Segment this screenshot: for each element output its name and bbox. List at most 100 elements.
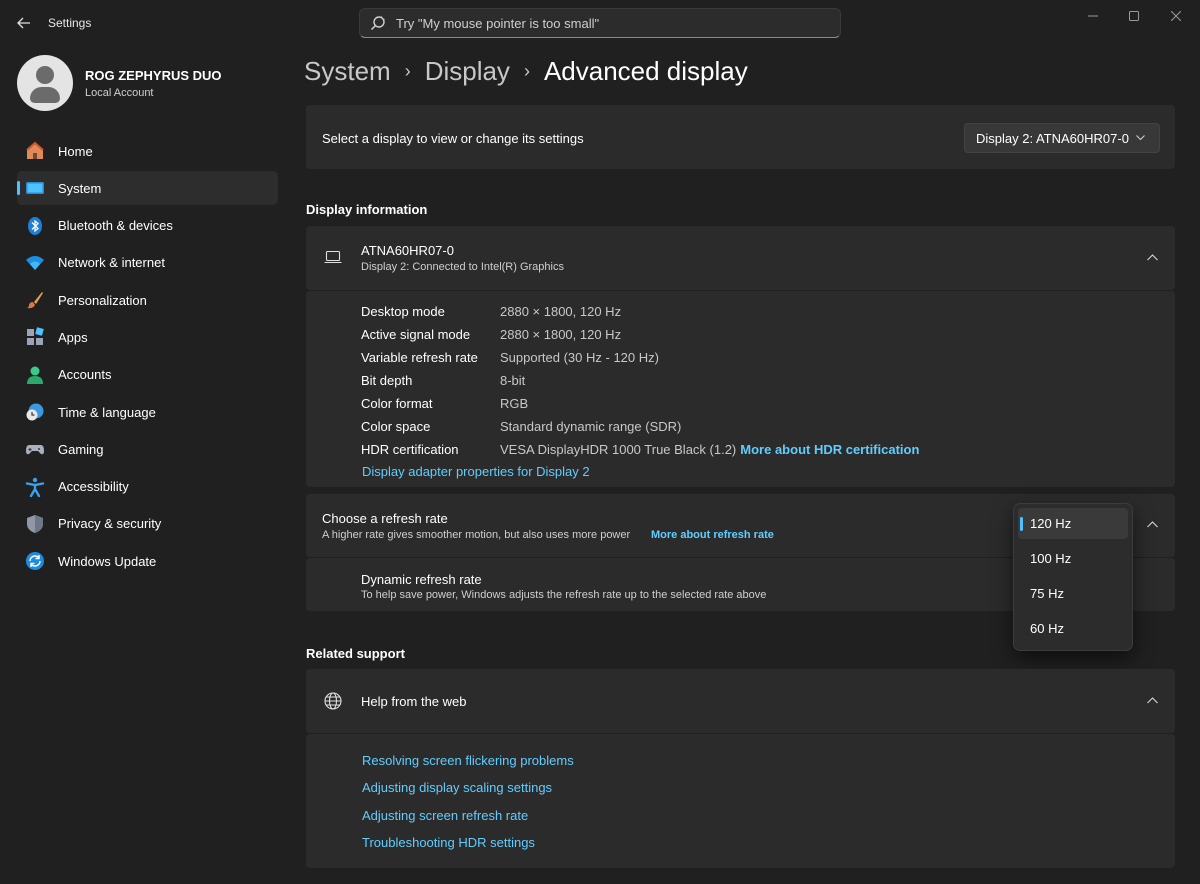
help-from-web-title: Help from the web (361, 694, 467, 709)
update-icon (25, 551, 45, 571)
display-select-value: Display 2: ATNA60HR07-0 (976, 130, 1129, 146)
home-icon (25, 141, 45, 161)
sidebar-item-accounts[interactable]: Accounts (17, 358, 278, 392)
back-arrow-icon (17, 17, 30, 29)
close-button[interactable] (1153, 0, 1199, 32)
chevron-right-icon: › (523, 61, 530, 81)
related-support-heading: Related support (306, 646, 405, 661)
refresh-rate-link[interactable]: More about refresh rate (651, 529, 774, 541)
info-row: Bit depth 8-bit (361, 369, 919, 392)
sidebar-item-network-internet[interactable]: Network & internet (17, 246, 278, 280)
sidebar-item-apps[interactable]: Apps (17, 320, 278, 354)
back-button[interactable] (10, 10, 38, 36)
info-label: Desktop mode (361, 304, 445, 319)
display-select-dropdown[interactable]: Display 2: ATNA60HR07-0 (964, 123, 1160, 153)
sidebar-item-home[interactable]: Home (17, 134, 278, 168)
sidebar-item-label: Home (58, 143, 93, 159)
refresh-rate-dropdown[interactable]: 120 Hz 100 Hz 75 Hz 60 Hz (1013, 503, 1133, 651)
sidebar-nav: Home System Bluetooth & devices Network … (17, 134, 278, 582)
info-label: HDR certification (361, 442, 459, 457)
info-row: Color space Standard dynamic range (SDR) (361, 415, 919, 438)
page-title: Advanced display (543, 56, 748, 86)
search-box[interactable] (359, 8, 841, 38)
sidebar-item-label: Apps (58, 329, 88, 345)
user-profile[interactable]: ROG ZEPHYRUS DUO Local Account (17, 55, 222, 111)
info-row: HDR certification VESA DisplayHDR 1000 T… (361, 438, 919, 461)
close-icon (1171, 11, 1181, 21)
sidebar-item-label: Time & language (58, 404, 156, 420)
info-label: Color format (361, 396, 433, 411)
chevron-up-icon[interactable] (1147, 521, 1158, 528)
info-label: Color space (361, 419, 431, 434)
laptop-icon (324, 250, 342, 264)
gamepad-icon (25, 439, 45, 459)
select-display-label: Select a display to view or change its s… (322, 131, 584, 146)
info-value: Supported (30 Hz - 120 Hz) (500, 350, 659, 365)
hdr-certification-link[interactable]: More about HDR certification (740, 442, 919, 457)
sidebar-item-label: Accessibility (58, 479, 129, 495)
sidebar-item-personalization[interactable]: Personalization (17, 283, 278, 317)
sidebar-item-label: Accounts (58, 367, 112, 383)
info-label: Bit depth (361, 373, 413, 388)
dynamic-refresh-subtitle: To help save power, Windows adjusts the … (361, 589, 767, 601)
sidebar-item-system[interactable]: System (17, 171, 278, 206)
chevron-up-icon[interactable] (1147, 254, 1158, 261)
sidebar-item-bluetooth-devices[interactable]: Bluetooth & devices (17, 209, 278, 243)
sidebar-item-privacy-security[interactable]: Privacy & security (17, 507, 278, 541)
sidebar-item-label: Network & internet (58, 255, 165, 271)
monitor-connection: Display 2: Connected to Intel(R) Graphic… (361, 261, 564, 273)
chevron-right-icon: › (404, 61, 411, 81)
refresh-rate-subtitle: A higher rate gives smoother motion, but… (322, 529, 631, 541)
apps-icon (25, 327, 45, 347)
wifi-icon (25, 253, 45, 273)
search-icon (360, 15, 396, 31)
sidebar-item-accessibility[interactable]: Accessibility (17, 470, 278, 504)
sidebar-item-label: Windows Update (58, 553, 157, 569)
maximize-icon (1129, 11, 1139, 21)
info-value: 2880 × 1800, 120 Hz (500, 304, 622, 319)
display-information-heading: Display information (306, 202, 428, 217)
bluetooth-icon (25, 216, 45, 236)
sidebar-item-label: Gaming (58, 441, 104, 457)
monitor-header-card[interactable] (306, 226, 1175, 290)
person-icon (25, 365, 45, 385)
accessibility-icon (25, 477, 45, 497)
maximize-button[interactable] (1111, 0, 1157, 32)
chevron-up-icon[interactable] (1147, 697, 1158, 704)
sidebar-item-label: Personalization (58, 292, 147, 308)
profile-account-type: Local Account (85, 86, 154, 99)
minimize-icon (1088, 15, 1098, 17)
app-title: Settings (48, 16, 92, 30)
system-icon (25, 178, 45, 198)
breadcrumb-system[interactable]: System (304, 56, 391, 87)
profile-name: ROG ZEPHYRUS DUO (85, 67, 222, 83)
info-value: VESA DisplayHDR 1000 True Black (1.2) (500, 442, 737, 457)
refresh-rate-title: Choose a refresh rate (322, 511, 448, 526)
sidebar-item-windows-update[interactable]: Windows Update (17, 544, 278, 578)
sidebar-item-gaming[interactable]: Gaming (17, 432, 278, 466)
search-input[interactable] (396, 15, 816, 31)
display-adapter-properties-link[interactable]: Display adapter properties for Display 2 (362, 464, 590, 479)
help-link-flickering[interactable]: Resolving screen flickering problems (362, 753, 574, 768)
sidebar-item-time-language[interactable]: Time & language (17, 395, 278, 429)
refresh-option-60[interactable]: 60 Hz (1018, 613, 1128, 644)
info-row: Active signal mode 2880 × 1800, 120 Hz (361, 323, 919, 346)
info-value: 2880 × 1800, 120 Hz (500, 327, 622, 342)
info-row: Variable refresh rate Supported (30 Hz -… (361, 346, 919, 369)
info-label: Variable refresh rate (361, 350, 478, 365)
refresh-option-75[interactable]: 75 Hz (1018, 578, 1128, 609)
help-link-refresh-rate[interactable]: Adjusting screen refresh rate (362, 808, 528, 823)
refresh-option-120[interactable]: 120 Hz (1018, 508, 1128, 539)
minimize-button[interactable] (1070, 0, 1116, 32)
refresh-option-100[interactable]: 100 Hz (1018, 543, 1128, 574)
info-label: Active signal mode (361, 327, 471, 342)
info-value: RGB (500, 396, 529, 411)
sidebar-item-label: Privacy & security (58, 516, 162, 532)
sidebar-item-label: Bluetooth & devices (58, 218, 173, 234)
title-bar: Settings (0, 0, 1200, 46)
breadcrumb-display[interactable]: Display (425, 56, 510, 87)
help-link-scaling[interactable]: Adjusting display scaling settings (362, 780, 552, 795)
brush-icon (25, 290, 45, 310)
help-link-hdr[interactable]: Troubleshooting HDR settings (362, 835, 535, 850)
globe-icon (324, 692, 342, 710)
